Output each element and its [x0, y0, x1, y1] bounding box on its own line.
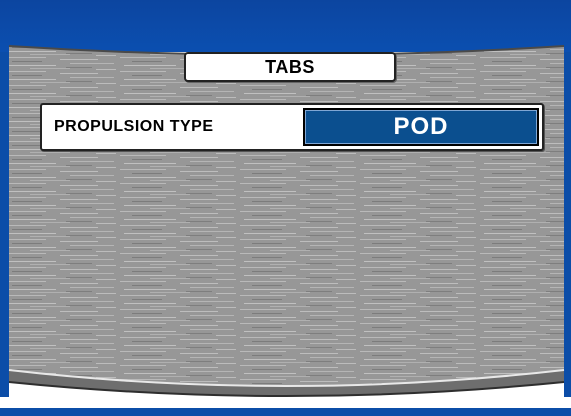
propulsion-type-value-button[interactable]: POD	[303, 108, 539, 146]
screen-frame: TABS PROPULSION TYPE POD	[0, 0, 571, 416]
propulsion-type-row: PROPULSION TYPE POD	[40, 103, 544, 151]
tabs-title: TABS	[184, 52, 396, 82]
frame-bottom-border	[0, 408, 571, 416]
propulsion-type-label: PROPULSION TYPE	[54, 118, 214, 135]
